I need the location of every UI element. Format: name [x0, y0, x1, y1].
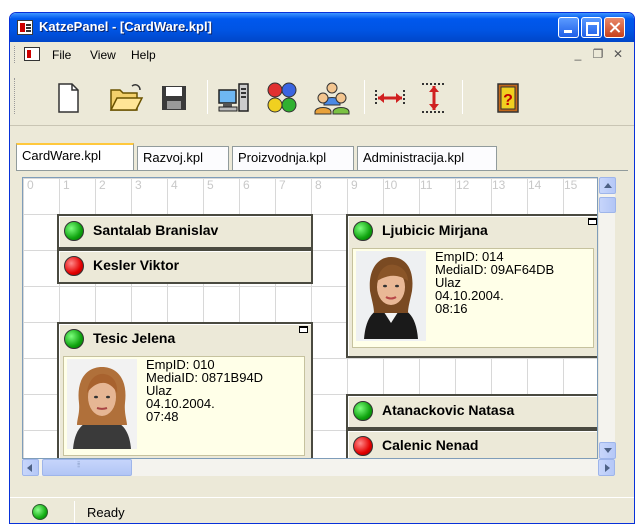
open-folder-icon[interactable] [108, 80, 144, 116]
users-icon[interactable] [314, 80, 350, 116]
menu-grip [14, 46, 17, 63]
scroll-down-icon[interactable] [599, 442, 616, 459]
status-absent-icon [64, 256, 84, 276]
ruler-label: 3 [135, 178, 142, 192]
ruler-label: 7 [279, 178, 286, 192]
network-computer-icon[interactable] [216, 80, 252, 116]
document-icon[interactable] [24, 47, 40, 61]
vertical-scroll-thumb[interactable] [599, 197, 616, 213]
employee-name: Atanackovic Natasa [382, 402, 515, 418]
status-bar: Ready [10, 497, 634, 523]
app-icon[interactable] [17, 20, 33, 35]
employee-details: EmpID: 010 MediaID: 0871B94D Ulaz 04.10.… [63, 356, 305, 456]
status-present-icon [64, 329, 84, 349]
ruler-label: 9 [351, 178, 358, 192]
ruler-label: 8 [315, 178, 322, 192]
scroll-right-icon[interactable] [598, 459, 615, 476]
employee-name: Kesler Viktor [93, 257, 180, 273]
ruler-label: 1 [63, 178, 70, 192]
close-button[interactable] [604, 17, 625, 38]
ruler-label: 11 [420, 178, 433, 192]
connection-status-icon [32, 504, 48, 520]
menu-help[interactable]: Help [131, 48, 156, 62]
employee-card-tesic[interactable]: Tesic Jelena EmpID: 010 MediaID: 0871B94… [57, 322, 313, 458]
tab-administracija[interactable]: Administracija.kpl [357, 146, 497, 171]
status-present-icon [64, 221, 84, 241]
vertical-resize-icon[interactable] [416, 80, 452, 116]
exit-icon[interactable]: ? [490, 80, 526, 116]
ruler-label: 2 [99, 178, 106, 192]
status-present-icon [353, 221, 373, 241]
ruler-label: 13 [492, 178, 506, 192]
employee-name: Tesic Jelena [93, 330, 176, 346]
document-tabs: CardWare.kpl Razvoj.kpl Proizvodnja.kpl … [10, 126, 634, 174]
event-time: 08:16 [435, 301, 468, 316]
menu-bar: File View Help _ ❐ ✕ [10, 42, 634, 68]
scroll-up-icon[interactable] [599, 177, 616, 194]
status-text: Ready [87, 505, 125, 520]
toolbar-separator [364, 80, 365, 114]
horizontal-scroll-thumb[interactable] [42, 459, 132, 476]
title-bar[interactable]: KatzePanel - [CardWare.kpl] [10, 13, 634, 42]
collapse-card-icon[interactable] [299, 326, 308, 333]
status-absent-icon [353, 436, 373, 456]
employee-name: Santalab Branislav [93, 222, 219, 238]
mdi-restore-icon[interactable]: ❐ [591, 47, 605, 61]
minimize-button[interactable] [558, 17, 579, 38]
tab-cardware[interactable]: CardWare.kpl [16, 143, 134, 171]
colors-icon[interactable] [264, 80, 300, 116]
status-divider [74, 501, 75, 523]
employee-info: EmpID: 014 MediaID: 09AF64DB Ulaz 04.10.… [435, 250, 554, 315]
event-time: 07:48 [146, 409, 179, 424]
employee-name: Ljubicic Mirjana [382, 222, 488, 238]
svg-text:?: ? [503, 92, 513, 109]
tab-razvoj[interactable]: Razvoj.kpl [137, 146, 229, 171]
ruler-label: 12 [456, 178, 470, 192]
tab-divider [16, 170, 628, 171]
employee-card-atanackovic[interactable]: Atanackovic Natasa [346, 394, 597, 429]
employee-card-kesler[interactable]: Kesler Viktor [57, 249, 313, 284]
ruler-label: 15 [564, 178, 578, 192]
maximize-button[interactable] [581, 17, 602, 38]
tab-proizvodnja[interactable]: Proizvodnja.kpl [232, 146, 354, 171]
employee-details: EmpID: 014 MediaID: 09AF64DB Ulaz 04.10.… [352, 248, 594, 348]
employee-card-ljubicic[interactable]: Ljubicic Mirjana EmpID: 014 MediaID: 09A… [346, 214, 597, 358]
employee-photo [356, 251, 426, 341]
employee-photo [67, 359, 137, 449]
ruler-label: 5 [207, 178, 214, 192]
ruler-label: 10 [384, 178, 398, 192]
mdi-minimize-icon[interactable]: _ [571, 47, 585, 61]
ruler-label: 14 [528, 178, 542, 192]
horizontal-resize-icon[interactable] [372, 80, 408, 116]
collapse-card-icon[interactable] [588, 218, 597, 225]
grid-ruler: 0 1 2 3 4 5 6 7 8 9 10 11 12 13 14 15 [23, 178, 597, 192]
employee-card-santalab[interactable]: Santalab Branislav [57, 214, 313, 249]
menu-file[interactable]: File [52, 48, 71, 62]
new-icon[interactable] [50, 80, 86, 116]
toolbar-separator [207, 80, 208, 114]
employee-name: Calenic Nenad [382, 437, 479, 453]
menu-view[interactable]: View [90, 48, 116, 62]
toolbar-separator [462, 80, 463, 114]
vertical-scrollbar[interactable] [598, 177, 616, 459]
toolbar: ? [10, 68, 634, 126]
ruler-label: 6 [243, 178, 250, 192]
save-icon[interactable] [156, 80, 192, 116]
mdi-close-icon[interactable]: ✕ [611, 47, 625, 61]
ruler-label: 4 [171, 178, 178, 192]
panel-canvas[interactable]: 0 1 2 3 4 5 6 7 8 9 10 11 12 13 14 15 Sa… [22, 177, 598, 459]
employee-info: EmpID: 010 MediaID: 0871B94D Ulaz 04.10.… [146, 358, 263, 423]
window-title: KatzePanel - [CardWare.kpl] [39, 19, 212, 34]
employee-card-calenic[interactable]: Calenic Nenad [346, 429, 597, 458]
scroll-left-icon[interactable] [22, 459, 39, 476]
app-window: KatzePanel - [CardWare.kpl] File View He… [9, 12, 635, 524]
status-present-icon [353, 401, 373, 421]
toolbar-grip [14, 78, 17, 114]
horizontal-scrollbar[interactable] [22, 459, 615, 476]
ruler-label: 0 [27, 178, 34, 192]
